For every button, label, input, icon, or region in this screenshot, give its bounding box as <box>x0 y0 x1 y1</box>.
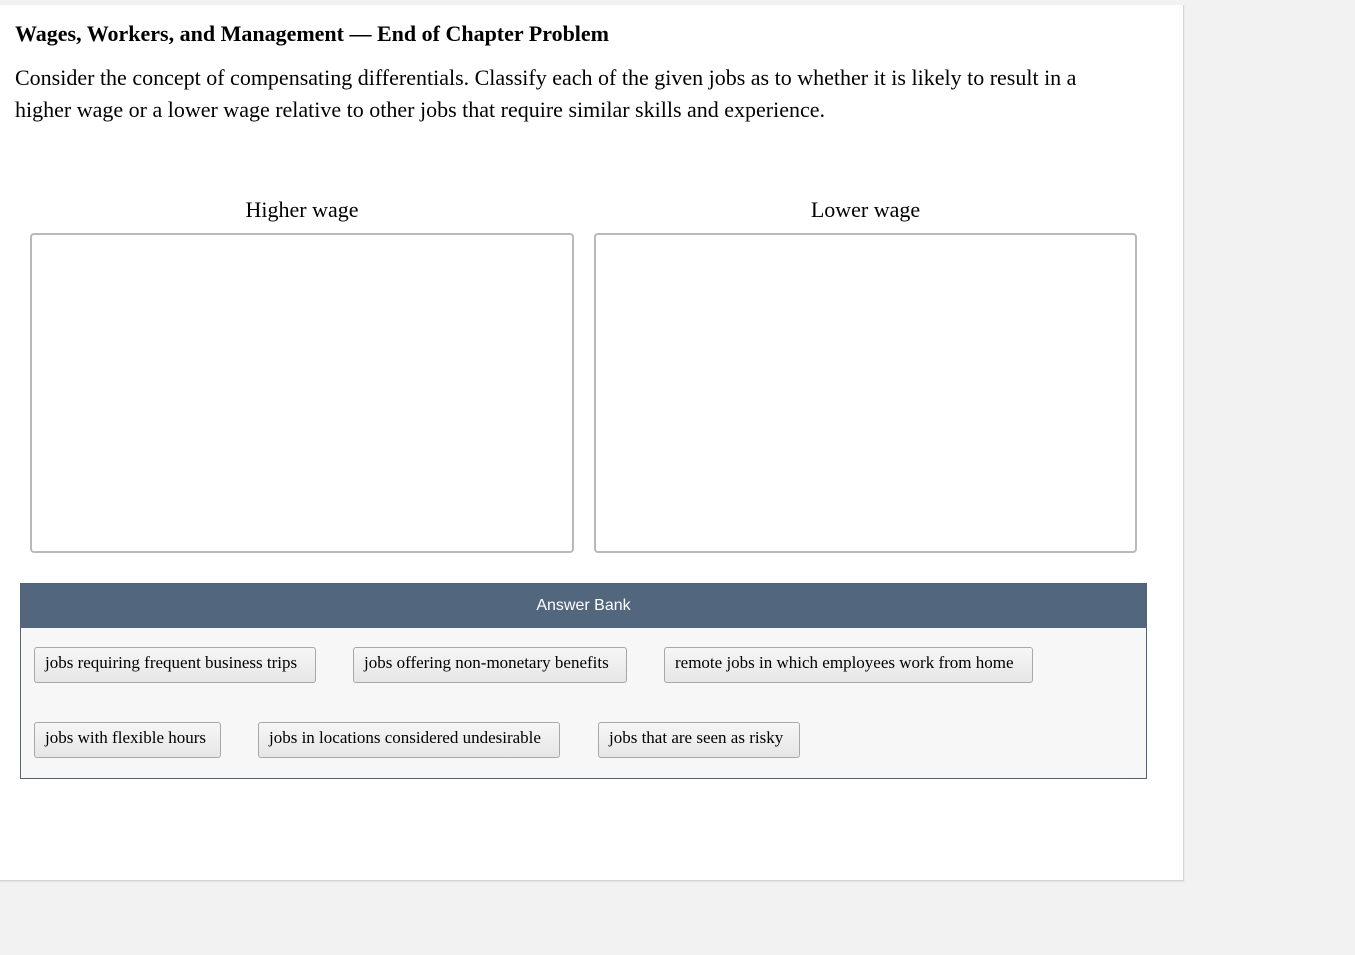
question-title: Wages, Workers, and Management — End of … <box>15 21 610 46</box>
drop-zone-lower-wage[interactable] <box>594 233 1137 553</box>
answer-chip-remote-jobs[interactable]: remote jobs in which employees work from… <box>664 647 1033 683</box>
bin-label-lower-wage: Lower wage <box>810 197 921 222</box>
answer-chip-risky-jobs[interactable]: jobs that are seen as risky <box>598 722 800 758</box>
answer-chip-undesirable-locations[interactable]: jobs in locations considered undesirable <box>258 722 560 758</box>
answer-bank: Answer Bank jobs requiring frequent busi… <box>20 583 1147 779</box>
answer-bank-header: Answer Bank <box>21 584 1146 628</box>
answer-chip-flexible-hours[interactable]: jobs with flexible hours <box>34 722 221 758</box>
answer-chip-non-monetary-benefits[interactable]: jobs offering non-monetary benefits <box>353 647 627 683</box>
question-prompt: Consider the concept of compensating dif… <box>15 65 1077 122</box>
bin-label-higher-wage: Higher wage <box>245 197 359 222</box>
drop-zone-higher-wage[interactable] <box>30 233 574 553</box>
question-panel: Wages, Workers, and Management — End of … <box>0 5 1184 881</box>
answer-chip-business-trips[interactable]: jobs requiring frequent business trips <box>34 647 316 683</box>
